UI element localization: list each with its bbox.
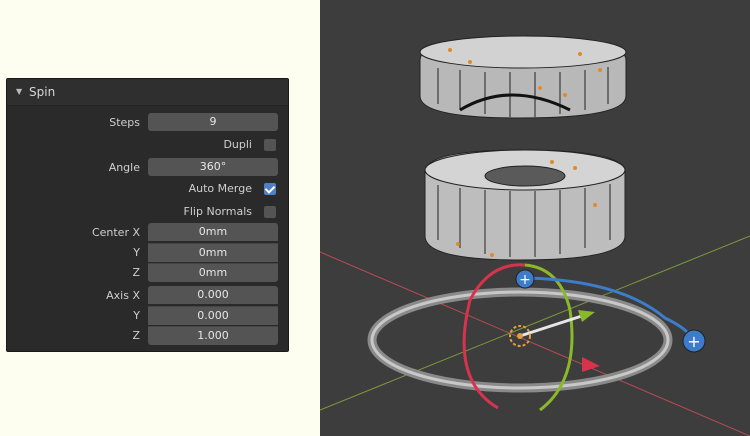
- auto-merge-label: Auto Merge: [188, 182, 252, 195]
- green-arrow-icon: [578, 310, 595, 322]
- dupli-checkbox[interactable]: [264, 139, 276, 151]
- collapse-triangle-icon[interactable]: ▼: [16, 79, 22, 105]
- axis-y-field[interactable]: 0.000: [148, 306, 278, 325]
- center-x-field[interactable]: 0mm: [148, 223, 278, 241]
- axis-x-label: Axis X: [106, 289, 140, 302]
- dupli-label: Dupli: [223, 138, 252, 151]
- viewport-scene: + +: [320, 35, 750, 436]
- panel-title: Spin: [29, 85, 56, 99]
- center-y-label: Y: [133, 246, 140, 259]
- svg-text:+: +: [519, 272, 531, 288]
- steps-label: Steps: [109, 116, 140, 129]
- 3d-viewport[interactable]: + +: [320, 0, 750, 436]
- center-y-field[interactable]: 0mm: [148, 243, 278, 262]
- axis-z-field[interactable]: 1.000: [148, 326, 278, 345]
- axis-z-label: Z: [132, 329, 140, 342]
- angle-label: Angle: [108, 161, 140, 174]
- spin-gizmo: + +: [367, 263, 706, 412]
- flip-normals-checkbox[interactable]: [264, 206, 276, 218]
- center-z-label: Z: [132, 266, 140, 279]
- center-z-field[interactable]: 0mm: [148, 263, 278, 282]
- red-arrow-icon: [582, 357, 600, 372]
- panel-header[interactable]: ▼ Spin: [7, 79, 288, 106]
- flip-normals-label: Flip Normals: [183, 205, 252, 218]
- svg-text:+: +: [687, 332, 700, 351]
- center-x-label: Center X: [91, 226, 140, 239]
- angle-field[interactable]: 360°: [148, 158, 278, 176]
- auto-merge-checkbox[interactable]: [264, 183, 276, 195]
- steps-field[interactable]: 9: [148, 113, 278, 131]
- axis-y-label: Y: [133, 309, 140, 322]
- axis-x-field[interactable]: 0.000: [148, 286, 278, 304]
- spin-operator-panel: ▼ Spin Steps 9 Dupli Angle 360° Auto Mer…: [6, 78, 289, 352]
